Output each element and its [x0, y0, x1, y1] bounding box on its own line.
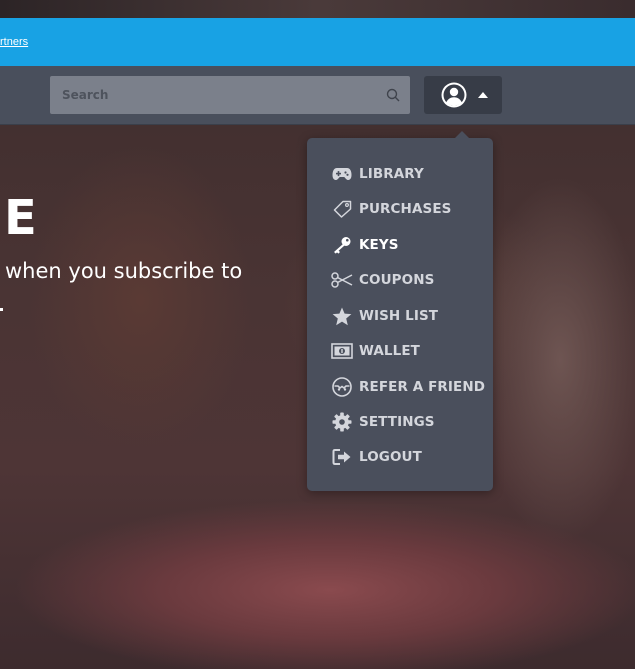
user-circle-icon: [441, 82, 467, 108]
handshake-icon: [331, 377, 353, 397]
top-strip: [0, 0, 635, 18]
star-icon: [331, 306, 353, 326]
caret-up-icon: [478, 92, 488, 98]
money-icon: [331, 341, 353, 361]
key-icon: [331, 235, 353, 255]
menu-item-label: COUPONS: [359, 272, 435, 288]
menu-item-label: SETTINGS: [359, 414, 435, 430]
menu-item-refer-a-friend[interactable]: REFER A FRIEND: [307, 372, 493, 402]
navbar: [0, 66, 635, 125]
menu-item-label: PURCHASES: [359, 201, 452, 217]
gear-icon: [331, 412, 353, 432]
hero-title: E: [4, 190, 37, 246]
search-box: [50, 76, 410, 114]
menu-item-keys[interactable]: KEYS: [307, 230, 493, 260]
menu-item-coupons[interactable]: COUPONS: [307, 265, 493, 295]
tag-icon: [331, 199, 353, 219]
menu-item-label: LIBRARY: [359, 166, 424, 182]
menu-item-label: REFER A FRIEND: [359, 379, 486, 395]
scissors-icon: [331, 270, 353, 290]
menu-item-settings[interactable]: SETTINGS: [307, 407, 493, 437]
sign-out-icon: [331, 447, 353, 467]
search-input[interactable]: [50, 76, 410, 114]
hero-subtitle: when you subscribe to: [5, 259, 243, 283]
announcement-bar: rtners: [0, 18, 635, 66]
menu-item-label: LOGOUT: [359, 449, 422, 465]
search-icon[interactable]: [386, 88, 400, 102]
menu-item-label: WISH LIST: [359, 308, 439, 324]
hero-text-fragment: [0, 308, 3, 311]
partners-link[interactable]: rtners: [0, 36, 28, 48]
menu-item-label: KEYS: [359, 237, 399, 253]
menu-item-wish-list[interactable]: WISH LIST: [307, 301, 493, 331]
account-menu-button[interactable]: [424, 76, 502, 114]
menu-item-wallet[interactable]: WALLET: [307, 336, 493, 366]
menu-item-label: WALLET: [359, 343, 420, 359]
menu-item-logout[interactable]: LOGOUT: [307, 442, 493, 472]
account-dropdown-menu: LIBRARY PURCHASES KEYS COUPONS WISH LIST…: [307, 131, 493, 491]
menu-item-library[interactable]: LIBRARY: [307, 159, 493, 189]
menu-item-purchases[interactable]: PURCHASES: [307, 194, 493, 224]
gamepad-icon: [331, 164, 353, 184]
